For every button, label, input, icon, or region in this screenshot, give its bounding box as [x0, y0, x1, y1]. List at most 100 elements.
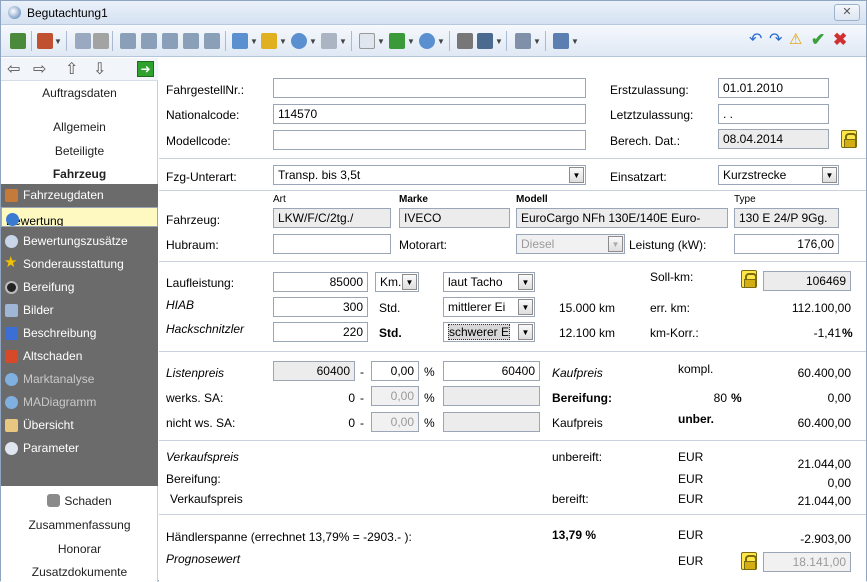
motorart-select[interactable]: Diesel ▼ [516, 234, 625, 254]
calc3-icon[interactable] [162, 33, 178, 49]
menu-item-uebersicht[interactable]: Übersicht [1, 414, 158, 437]
modellcode-input[interactable] [273, 130, 586, 150]
print2-icon[interactable] [553, 33, 569, 49]
calc2-icon[interactable] [141, 33, 157, 49]
printer-icon[interactable] [93, 33, 109, 49]
calc4-icon[interactable] [183, 33, 199, 49]
menu-item-parameter[interactable]: Parameter [1, 437, 158, 460]
hubraum-input[interactable] [273, 234, 391, 254]
nav-down-icon[interactable]: ⇩ [93, 59, 106, 79]
sidebar-item-allgemein[interactable]: Allgemein [1, 120, 158, 134]
listenpreis-result-input[interactable]: 60400 [443, 361, 540, 381]
marke-field[interactable]: IVECO [399, 208, 510, 228]
nav-back-icon[interactable]: ⇦ [7, 59, 20, 79]
warning-icon[interactable]: ⚠ [789, 32, 805, 49]
menu-item-bilder[interactable]: Bilder [1, 299, 158, 322]
werks-sa-percent-input[interactable]: 0,00 [371, 386, 419, 406]
menu-item-sonderausstattung[interactable]: ★ Sonderausstattung [1, 253, 158, 276]
menu-item-fahrzeugdaten[interactable]: Fahrzeugdaten [1, 184, 158, 207]
laufleistung-unit-select[interactable]: Km. ▼ [375, 272, 419, 292]
modellcode-label: Modellcode: [166, 134, 231, 148]
close-button[interactable]: ✕ [834, 4, 860, 21]
chevron-down-icon[interactable]: ▼ [608, 236, 623, 252]
laufleistung-source-select[interactable]: laut Tacho ▼ [443, 272, 535, 292]
chevron-down-icon[interactable]: ▼ [822, 167, 837, 183]
nav-go-icon[interactable]: ➜ [137, 61, 154, 77]
nicht-ws-sa-percent-input[interactable]: 0,00 [371, 412, 419, 432]
back-icon[interactable] [37, 33, 53, 49]
erstzulassung-input[interactable]: 01.01.2010 [718, 78, 829, 98]
menu-item-marktanalyse[interactable]: Marktanalyse [1, 368, 158, 391]
battery-icon[interactable] [389, 33, 405, 49]
chevron-down-icon[interactable]: ▼ [518, 299, 533, 315]
menu-item-altschaden[interactable]: Altschaden [1, 345, 158, 368]
sidebar-item-schaden[interactable]: Schaden [1, 494, 158, 508]
hackschnitzler-input[interactable]: 220 [273, 322, 368, 342]
chevron-down-icon[interactable]: ▼ [518, 324, 533, 340]
art-field[interactable]: LKW/F/C/2tg./ [273, 208, 391, 228]
notes-icon [5, 327, 18, 340]
sidebar-item-honorar[interactable]: Honorar [1, 542, 158, 556]
type-field[interactable]: 130 E 24/P 9Gg. [734, 208, 839, 228]
kompl-value: 60.400,00 [797, 366, 851, 380]
calc1-icon[interactable] [120, 33, 136, 49]
lock-icon[interactable] [841, 130, 857, 148]
hiab-input[interactable]: 300 [273, 297, 368, 317]
import-icon[interactable] [261, 33, 277, 49]
fahrgestell-input[interactable] [273, 78, 586, 98]
lock-icon[interactable] [741, 270, 757, 288]
unber-value: 60.400,00 [797, 416, 851, 430]
hiab-mode-select[interactable]: mittlerer Ei ▼ [443, 297, 535, 317]
car-icon[interactable] [321, 33, 337, 49]
currency-label: EUR [678, 492, 704, 506]
cancel-icon[interactable]: ✖ [833, 31, 849, 49]
menu-item-bewertung[interactable]: Bewertung [1, 207, 158, 227]
fzg-unterart-select[interactable]: Transp. bis 3,5t ▼ [273, 165, 586, 185]
listenpreis-field[interactable]: 60400 [273, 361, 355, 381]
nav-forward-icon[interactable]: ⇨ [33, 59, 46, 79]
menu-item-bereifung[interactable]: Bereifung [1, 276, 158, 299]
camera-icon [5, 304, 18, 317]
soll-km-field[interactable]: 106469 [763, 271, 851, 291]
leistung-input[interactable]: 176,00 [734, 234, 839, 254]
sidebar-item-auftragsdaten[interactable]: Auftragsdaten [1, 86, 158, 100]
sidebar-item-zusatzdokumente[interactable]: Zusatzdokumente [1, 565, 158, 579]
sidebar-item-zusammenfassung[interactable]: Zusammenfassung [1, 518, 158, 532]
nav-up-icon[interactable]: ⇧ [65, 59, 78, 79]
archive-icon[interactable] [515, 33, 531, 49]
nationalcode-input[interactable]: 114570 [273, 104, 586, 124]
modell-field[interactable]: EuroCargo NFh 130E/140E Euro- [516, 208, 728, 228]
menu-item-bewertungszusaetze[interactable]: Bewertungszusätze [1, 230, 158, 253]
percent-sign: % [424, 391, 435, 405]
chevron-down-icon[interactable]: ▼ [518, 274, 533, 290]
chevron-down-icon[interactable]: ▼ [402, 274, 417, 290]
hackschnitzler-km: 12.100 km [559, 326, 616, 340]
menu-item-madiagramm[interactable]: MADiagramm [1, 391, 158, 414]
laufleistung-input[interactable]: 85000 [273, 272, 368, 292]
einsatzart-select[interactable]: Kurzstrecke ▼ [718, 165, 839, 185]
prognosewert-field[interactable]: 18.141,00 [763, 552, 851, 572]
menu-item-beschreibung[interactable]: Beschreibung [1, 322, 158, 345]
save-icon[interactable] [10, 33, 26, 49]
document-icon[interactable] [359, 33, 375, 49]
listenpreis-percent-input[interactable]: 0,00 [371, 361, 419, 381]
export-icon[interactable] [291, 33, 307, 49]
hackschnitzler-mode-select[interactable]: schwerer E ▼ [443, 322, 535, 342]
undo-icon[interactable]: ↶ [749, 32, 765, 49]
err-km-value: 112.100,00 [791, 301, 851, 315]
camera-icon[interactable] [457, 33, 473, 49]
new-doc-icon[interactable] [232, 33, 248, 49]
print-icon[interactable] [75, 33, 91, 49]
send-icon[interactable] [419, 33, 435, 49]
chevron-down-icon[interactable]: ▼ [569, 167, 584, 183]
haendlerspanne-value: -2.903,00 [800, 532, 851, 546]
letztzulassung-input[interactable]: . . [718, 104, 829, 124]
monitor-icon[interactable] [477, 33, 493, 49]
berech-dat-input[interactable]: 08.04.2014 [718, 129, 829, 149]
redo-icon[interactable]: ↷ [769, 32, 785, 49]
calc5-icon[interactable] [204, 33, 220, 49]
sidebar-item-beteiligte[interactable]: Beteiligte [1, 144, 158, 158]
lock-icon[interactable] [741, 552, 757, 570]
check-icon[interactable]: ✔ [811, 31, 827, 49]
sidebar-item-fahrzeug[interactable]: Fahrzeug [1, 167, 158, 181]
